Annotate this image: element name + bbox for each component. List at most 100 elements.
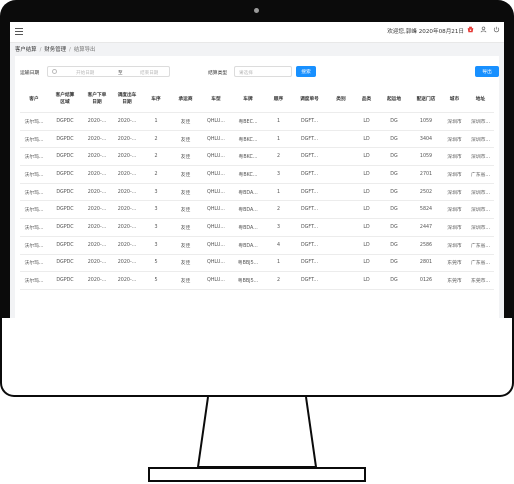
table-row[interactable]: 沃尔玛... DGPDC 2020-... 2020-... 5 友佳 QHLU... 粤BB… xyxy=(20,254,494,273)
table-cell: DG xyxy=(378,254,410,273)
breadcrumb-item-finance[interactable]: 财务管理 xyxy=(44,47,66,53)
top-bar: 欢迎您,郭峰 2020年08月21日 xyxy=(10,22,504,43)
table-cell: 沃尔玛... xyxy=(20,271,48,290)
table-cell: LD xyxy=(355,236,378,255)
table-cell: 2020-... xyxy=(82,271,112,290)
table-cell: 2020-... xyxy=(112,130,142,149)
table-cell: 2 xyxy=(265,147,292,167)
table-cell: 深圳市 xyxy=(442,112,467,131)
column-header: 地址 xyxy=(467,86,494,113)
table-cell xyxy=(327,218,355,237)
table-cell: 1059 xyxy=(410,112,442,131)
table-cell: QHLU... xyxy=(201,236,231,255)
table-cell: DGFT... xyxy=(292,200,327,220)
filter-bar: 运输日期 开始日期 至 结束日期 结算类型 请选择 ⌄ 搜索 导出 xyxy=(20,66,499,78)
table-cell: 深圳市 xyxy=(442,183,467,202)
table-cell: 2 xyxy=(142,130,170,149)
date-range-picker[interactable]: 开始日期 至 结束日期 xyxy=(47,66,170,77)
search-button[interactable]: 搜索 xyxy=(296,66,316,77)
table-cell: 2020-... xyxy=(112,112,142,131)
table-row[interactable]: 沃尔玛... DGPDC 2020-... 2020-... 3 友佳 QHLU... 粤BD… xyxy=(20,218,494,237)
table-cell: DG xyxy=(378,183,410,202)
column-header: 顺序 xyxy=(265,86,292,113)
main-panel: 运输日期 开始日期 至 结束日期 结算类型 请选择 ⌄ 搜索 导出 客户 客户结… xyxy=(15,56,499,318)
table-cell: DG xyxy=(378,112,410,131)
column-header: 调度单号 xyxy=(292,86,327,113)
table-row[interactable]: 沃尔玛... DGPDC 2020-... 2020-... 2 友佳 QHLU... 粤BK… xyxy=(20,130,494,149)
monitor-stand-base xyxy=(148,467,366,482)
user-icon[interactable] xyxy=(480,26,487,33)
table-cell: 深圳市... xyxy=(467,200,494,220)
table-row[interactable]: 沃尔玛... DGPDC 2020-... 2020-... 3 友佳 QHLU... 粤BD… xyxy=(20,183,494,202)
table-row[interactable]: 沃尔玛... DGPDC 2020-... 2020-... 1 友佳 QHLU... 粤BE… xyxy=(20,112,494,131)
table-cell: 粤BDA... xyxy=(231,218,265,237)
breadcrumb-separator: / xyxy=(39,47,42,53)
table-cell: 深圳市... xyxy=(467,147,494,167)
table-cell: DGFT... xyxy=(292,112,327,131)
table-cell: 5824 xyxy=(410,200,442,220)
table-cell: 东莞市... xyxy=(467,271,494,290)
table-row[interactable]: 沃尔玛... DGPDC 2020-... 2020-... 5 友佳 QHLU... 粤BB… xyxy=(20,271,494,290)
table-cell: DGPDC xyxy=(48,254,82,273)
start-date-placeholder[interactable]: 开始日期 xyxy=(76,70,94,76)
column-header: 客户 xyxy=(20,86,48,113)
table-row[interactable]: 沃尔玛... DGPDC 2020-... 2020-... 2 友佳 QHLU... 粤BK… xyxy=(20,165,494,184)
table-cell: 友佳 xyxy=(170,236,201,255)
logo-icon[interactable] xyxy=(467,26,474,33)
monitor-bezel: 欢迎您,郭峰 2020年08月21日 客户结算 / 财务管理 / 结算导出 运输… xyxy=(0,0,514,397)
table-cell: DGPDC xyxy=(48,218,82,237)
table-cell: DGFT... xyxy=(292,254,327,273)
date-filter-label: 运输日期 xyxy=(20,71,40,76)
end-date-placeholder[interactable]: 结束日期 xyxy=(140,70,158,76)
table-cell: 2020-... xyxy=(112,147,142,167)
table-cell: 2020-... xyxy=(112,165,142,184)
table-cell: 1 xyxy=(265,183,292,202)
table-cell: 3 xyxy=(265,218,292,237)
table-cell: 2020-... xyxy=(112,200,142,220)
table-cell: 2586 xyxy=(410,236,442,255)
table-cell: 粤BBJ5... xyxy=(231,254,265,273)
table-cell: 粤BKC... xyxy=(231,147,265,167)
table-cell: DGPDC xyxy=(48,147,82,167)
column-header: 车序 xyxy=(142,86,170,113)
table-cell: DGPDC xyxy=(48,236,82,255)
table-cell xyxy=(327,183,355,202)
settlement-type-select[interactable]: 请选择 ⌄ xyxy=(234,66,292,77)
table-cell: 沃尔玛... xyxy=(20,165,48,184)
user-greeting: 欢迎您,郭峰 2020年08月21日 xyxy=(387,29,464,35)
hamburger-menu-icon[interactable] xyxy=(15,28,23,35)
table-row[interactable]: 沃尔玛... DGPDC 2020-... 2020-... 3 友佳 QHLU... 粤BD… xyxy=(20,236,494,255)
table-row[interactable]: 沃尔玛... DGPDC 2020-... 2020-... 3 友佳 QHLU... 粤BD… xyxy=(20,200,494,220)
table-cell: 3 xyxy=(142,183,170,202)
table-cell: 深圳市 xyxy=(442,218,467,237)
app-screen: 欢迎您,郭峰 2020年08月21日 客户结算 / 财务管理 / 结算导出 运输… xyxy=(10,22,504,318)
table-cell: DG xyxy=(378,165,410,184)
table-cell: 2020-... xyxy=(82,254,112,273)
table-cell: DG xyxy=(378,271,410,290)
table-cell: 2020-... xyxy=(112,183,142,202)
table-row[interactable]: 沃尔玛... DGPDC 2020-... 2020-... 2 友佳 QHLU... 粤BK… xyxy=(20,147,494,167)
table-cell: 沃尔玛... xyxy=(20,112,48,131)
table-cell: 2020-... xyxy=(82,236,112,255)
export-button[interactable]: 导出 xyxy=(475,66,499,77)
column-header: 起运地 xyxy=(378,86,410,113)
table-cell: 友佳 xyxy=(170,254,201,273)
calendar-icon xyxy=(52,69,57,74)
settlement-table: 客户 客户结算 区域 客户下单 日期 调度出车 日期 车序 承运商 车型 车牌 顺序 调度单号 类别… xyxy=(20,86,494,290)
table-body: 沃尔玛... DGPDC 2020-... 2020-... 1 友佳 QHLU... 粤BE… xyxy=(20,112,494,290)
table-cell: 2020-... xyxy=(112,236,142,255)
table-header-row: 客户 客户结算 区域 客户下单 日期 调度出车 日期 车序 承运商 车型 车牌 顺序 调度单号 类别… xyxy=(20,86,494,113)
table-cell xyxy=(327,165,355,184)
table-cell: QHLU... xyxy=(201,271,231,290)
table-cell: 粤BDA... xyxy=(231,236,265,255)
chevron-down-icon: ⌄ xyxy=(239,69,244,75)
table-cell: 广东省... xyxy=(467,254,494,273)
table-cell: 0126 xyxy=(410,271,442,290)
breadcrumb-item-customer-settlement[interactable]: 客户结算 xyxy=(15,47,37,53)
power-icon[interactable] xyxy=(493,26,500,33)
table-cell: 3 xyxy=(265,165,292,184)
table-cell: 沃尔玛... xyxy=(20,183,48,202)
table-cell: 深圳市... xyxy=(467,112,494,131)
column-header: 车型 xyxy=(201,86,231,113)
table-cell: LD xyxy=(355,200,378,220)
